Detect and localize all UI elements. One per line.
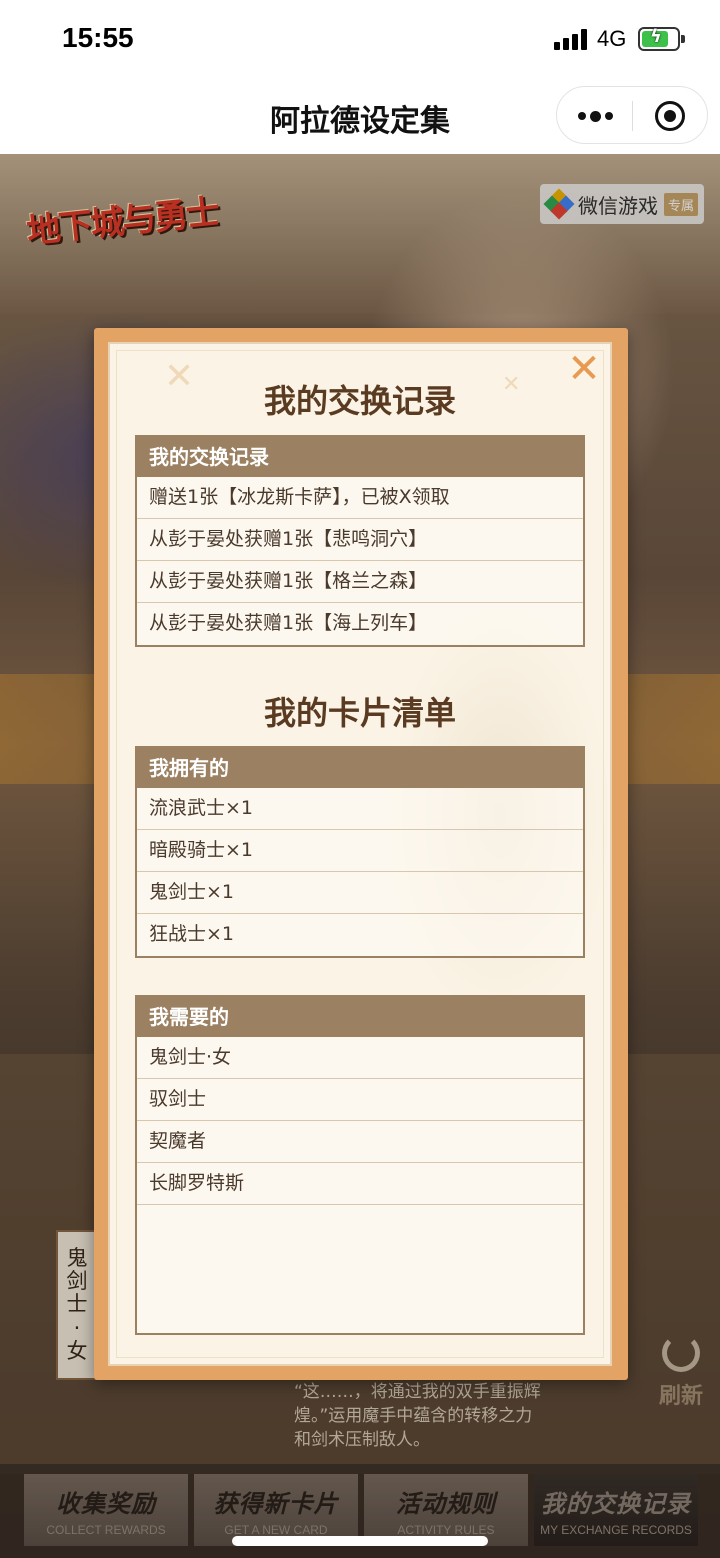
needed-cards-table: 我需要的 鬼剑士·女 驭剑士 契魔者 长脚罗特斯 xyxy=(135,995,585,1335)
capsule-divider xyxy=(632,101,633,131)
needed-card-row: 契魔者 xyxy=(137,1121,583,1163)
network-label: 4G xyxy=(597,26,627,51)
owned-card-row: 流浪武士×1 xyxy=(137,788,583,830)
owned-card-row: 狂战士×1 xyxy=(149,923,235,945)
exchange-records-title: 我的交换记录 xyxy=(263,382,456,420)
nav-bar: 阿拉德设定集 xyxy=(0,80,720,154)
table-header: 我需要的 xyxy=(137,997,583,1037)
owned-card-row: 暗殿骑士×1 xyxy=(137,830,583,872)
table-header: 我拥有的 xyxy=(137,748,583,788)
card-list-title: 我的卡片清单 xyxy=(263,694,456,732)
needed-card-row: 鬼剑士·女 xyxy=(137,1037,583,1079)
exchange-record-row: 从彭于晏处获赠1张【悲鸣洞穴】 xyxy=(137,519,583,561)
more-dots-icon[interactable] xyxy=(557,87,633,145)
table-header: 我的交换记录 xyxy=(137,437,583,477)
exchange-record-row: 从彭于晏处获赠1张【海上列车】 xyxy=(149,612,428,634)
target-circle-icon[interactable] xyxy=(655,101,685,131)
needed-card-row: 长脚罗特斯 xyxy=(137,1163,583,1205)
exchange-records-table: 我的交换记录 赠送1张【冰龙斯卡萨】，已被X领取 从彭于晏处获赠1张【悲鸣洞穴】… xyxy=(135,435,585,647)
owned-cards-table: 我拥有的 流浪武士×1 暗殿骑士×1 鬼剑士×1 狂战士×1 xyxy=(135,746,585,958)
signal-icon xyxy=(554,28,588,50)
owned-card-row: 鬼剑士×1 xyxy=(137,872,583,914)
exchange-record-row: 从彭于晏处获赠1张【格兰之森】 xyxy=(137,561,583,603)
home-indicator[interactable] xyxy=(232,1536,488,1546)
status-bar: 15:55 4G ϟ xyxy=(0,0,720,80)
battery-icon: ϟ xyxy=(638,26,685,51)
status-time: 15:55 xyxy=(62,22,134,53)
needed-card-row: 驭剑士 xyxy=(137,1079,583,1121)
exchange-record-row: 赠送1张【冰龙斯卡萨】，已被X领取 xyxy=(137,477,583,519)
mini-program-capsule xyxy=(556,86,708,144)
